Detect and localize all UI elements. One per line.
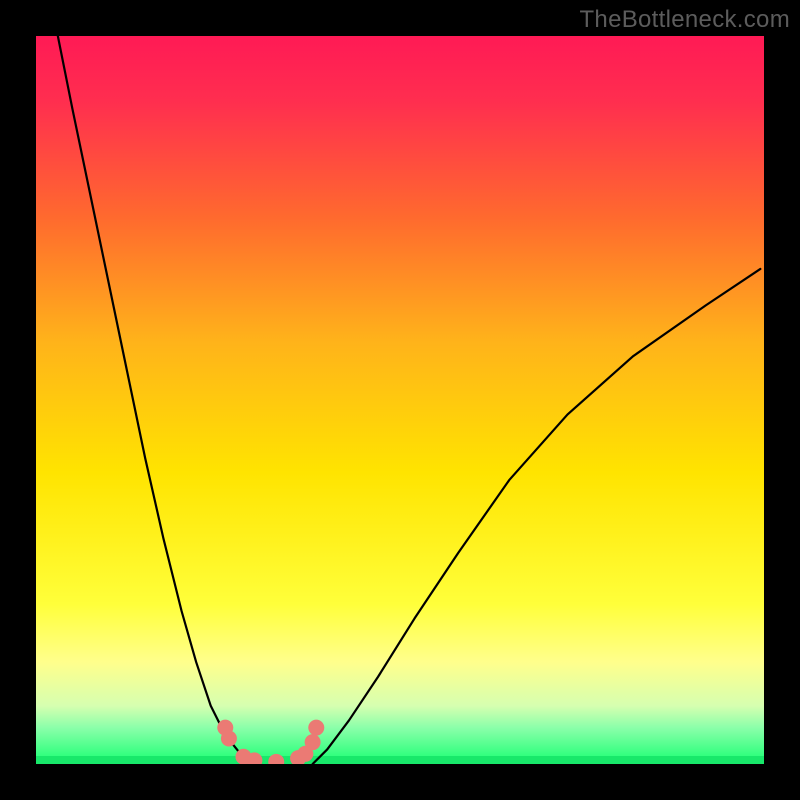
watermark-text: TheBottleneck.com — [579, 6, 790, 34]
chart-background — [36, 36, 764, 764]
dip-point — [221, 731, 237, 747]
plot-area — [36, 36, 764, 764]
chart-container: TheBottleneck.com — [0, 0, 800, 800]
base-strip — [36, 756, 764, 764]
dip-point — [308, 720, 324, 736]
dip-point — [305, 734, 321, 750]
chart-svg — [36, 36, 764, 764]
